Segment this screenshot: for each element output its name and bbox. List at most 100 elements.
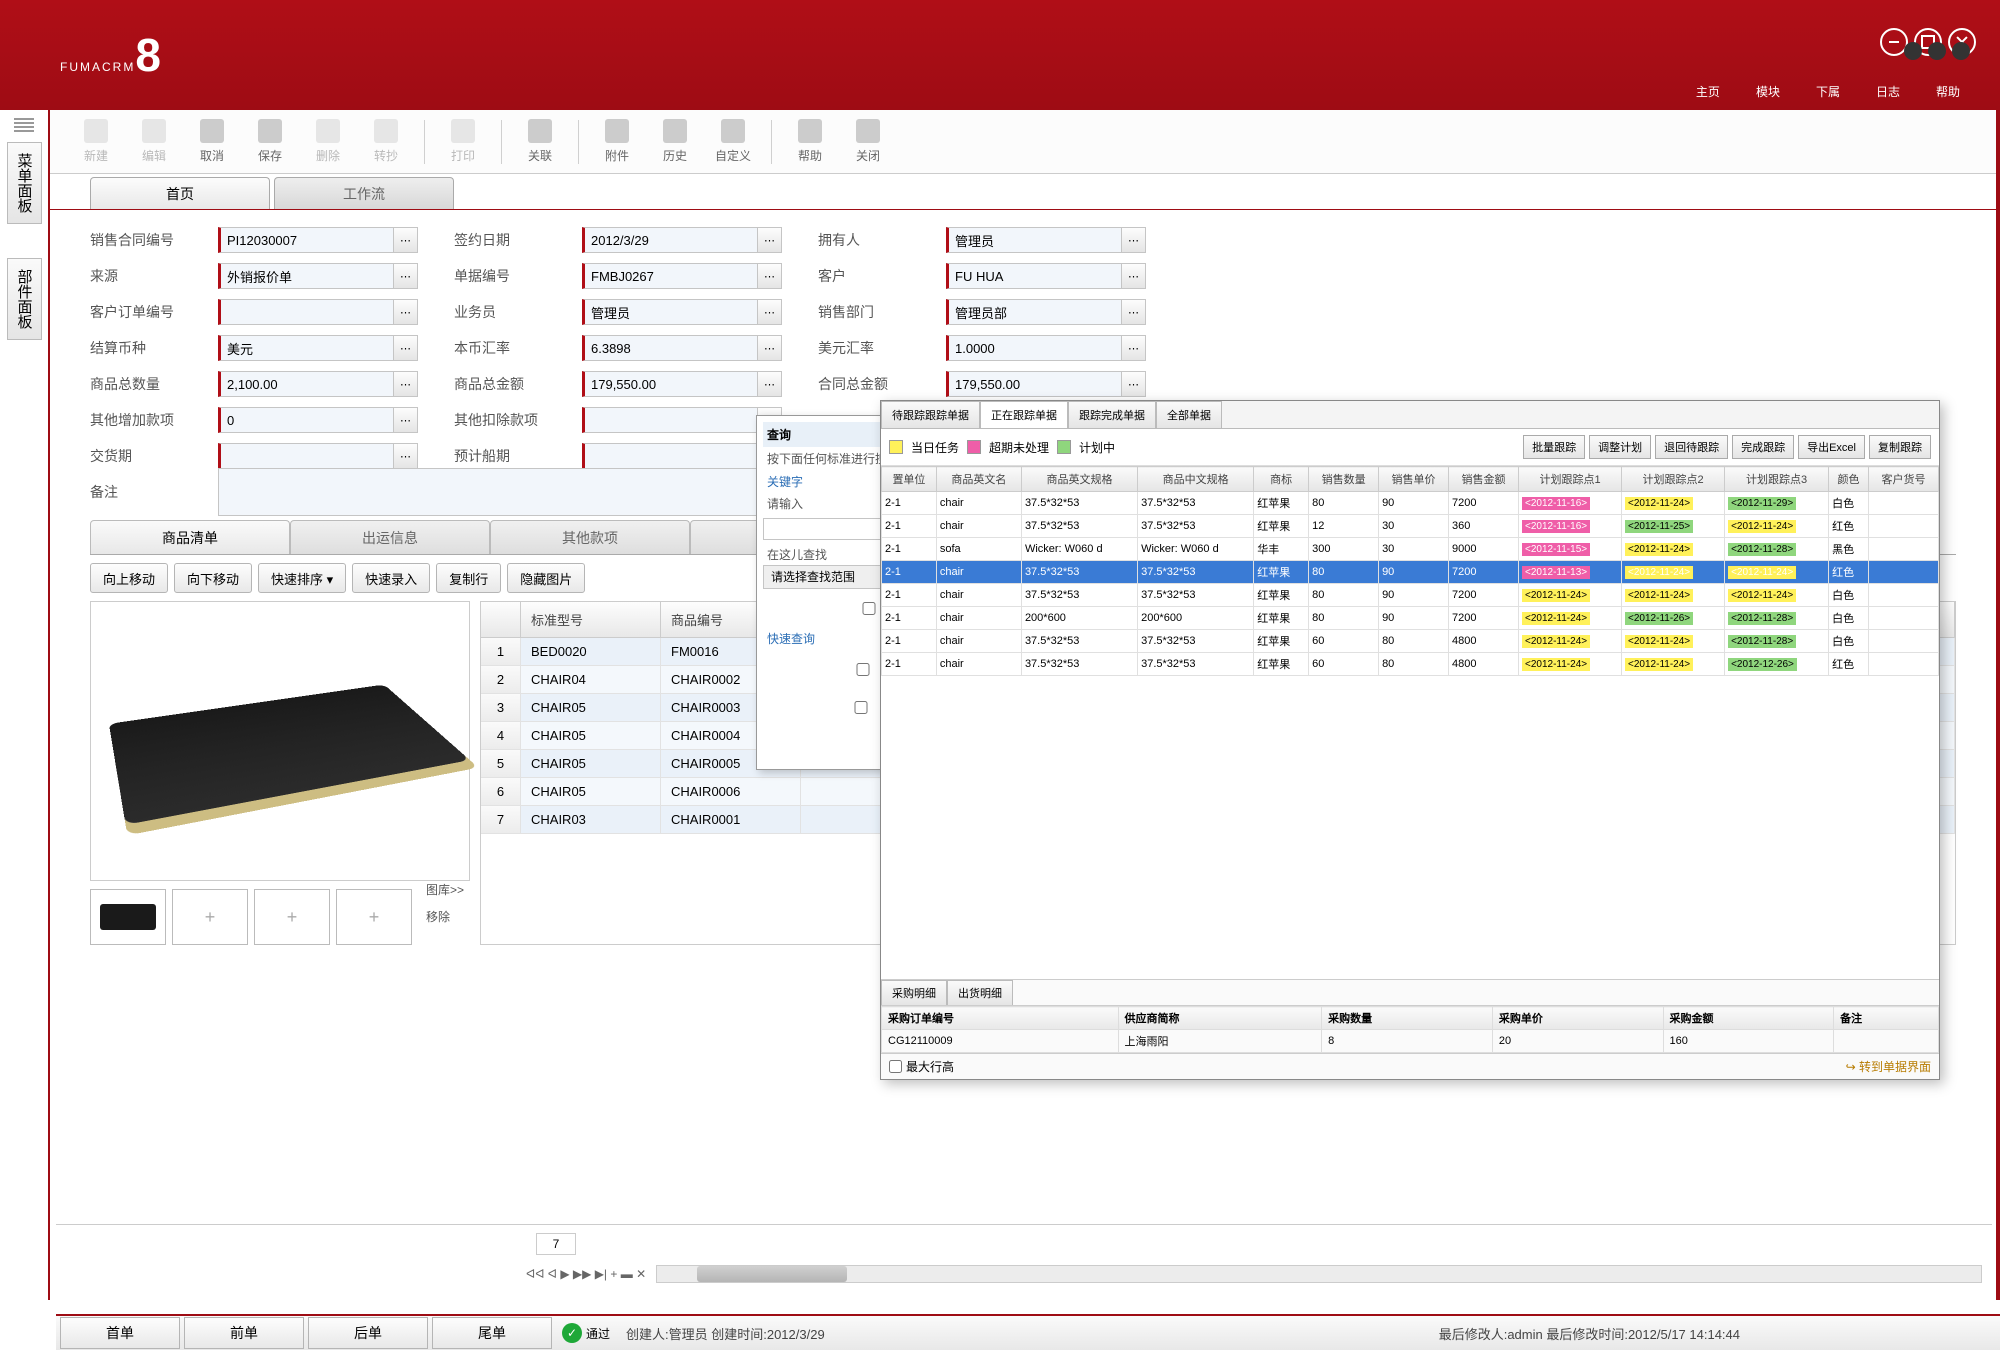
thumbnail-1[interactable] <box>90 889 166 945</box>
field-input[interactable] <box>946 227 1122 253</box>
field-input[interactable] <box>582 443 758 469</box>
tracking-tab-1[interactable]: 正在跟踪单据 <box>980 401 1068 428</box>
field-lookup-button[interactable]: ⋯ <box>758 227 782 253</box>
field-lookup-button[interactable]: ⋯ <box>758 335 782 361</box>
field-lookup-button[interactable]: ⋯ <box>394 263 418 289</box>
field-lookup-button[interactable]: ⋯ <box>1122 227 1146 253</box>
toolbar-保存[interactable]: 保存 <box>242 119 298 164</box>
toolbar-取消[interactable]: 取消 <box>184 119 240 164</box>
field-input[interactable] <box>946 263 1122 289</box>
field-input[interactable] <box>218 407 394 433</box>
field-lookup-button[interactable]: ⋯ <box>1122 299 1146 325</box>
field-lookup-button[interactable]: ⋯ <box>758 263 782 289</box>
tracking-row[interactable]: 2-1chair37.5*32*5337.5*32*53红苹果60804800<… <box>882 630 1939 653</box>
nav-首单[interactable]: 首单 <box>60 1317 180 1349</box>
field-input[interactable] <box>582 407 758 433</box>
tab-workflow[interactable]: 工作流 <box>274 177 454 209</box>
top-menu-0[interactable]: 主页 <box>1696 83 1720 100</box>
tracking-btn[interactable]: 调整计划 <box>1589 435 1651 459</box>
field-input[interactable] <box>582 227 758 253</box>
tracking-header: 计划跟踪点2 <box>1622 467 1725 492</box>
toolbar-附件[interactable]: 附件 <box>589 119 645 164</box>
tracking-btn[interactable]: 完成跟踪 <box>1732 435 1794 459</box>
field-input[interactable] <box>946 371 1122 397</box>
tracking-tab-2[interactable]: 跟踪完成单据 <box>1068 401 1156 428</box>
field-lookup-button[interactable]: ⋯ <box>394 371 418 397</box>
field-input[interactable] <box>218 299 394 325</box>
thumbnail-add-4[interactable]: + <box>336 889 412 945</box>
toolbar-历史[interactable]: 历史 <box>647 119 703 164</box>
top-menu-4[interactable]: 帮助 <box>1936 83 1960 100</box>
tracking-row[interactable]: 2-1chair37.5*32*5337.5*32*53红苹果80907200<… <box>882 492 1939 515</box>
field-lookup-button[interactable]: ⋯ <box>394 227 418 253</box>
tracking-row[interactable]: 2-1chair37.5*32*5337.5*32*53红苹果80907200<… <box>882 561 1939 584</box>
horizontal-scrollbar[interactable] <box>656 1265 1982 1283</box>
field-lookup-button[interactable]: ⋯ <box>758 299 782 325</box>
field-input[interactable] <box>218 227 394 253</box>
row-btn[interactable]: 隐藏图片 <box>507 563 585 593</box>
toolbar-关联[interactable]: 关联 <box>512 119 568 164</box>
tracking-row[interactable]: 2-1chair200*600200*600红苹果80907200<2012-1… <box>882 607 1939 630</box>
field-input[interactable] <box>582 371 758 397</box>
remove-image-link[interactable]: 移除 <box>426 908 464 925</box>
row-btn[interactable]: 向下移动 <box>174 563 252 593</box>
row-btn[interactable]: 向上移动 <box>90 563 168 593</box>
thumbnail-add-2[interactable]: + <box>172 889 248 945</box>
max-row-checkbox[interactable] <box>889 1060 902 1073</box>
tracking-btn[interactable]: 导出Excel <box>1798 435 1865 459</box>
side-tab-widget-panel[interactable]: 部件面板 <box>7 258 42 340</box>
toolbar-帮助[interactable]: 帮助 <box>782 119 838 164</box>
detail-btab-1[interactable]: 出货明细 <box>947 980 1013 1005</box>
field-lookup-button[interactable]: ⋯ <box>394 407 418 433</box>
field-input[interactable] <box>582 263 758 289</box>
detail-btab-0[interactable]: 采购明细 <box>881 980 947 1005</box>
field-lookup-button[interactable]: ⋯ <box>758 371 782 397</box>
field-input[interactable] <box>582 335 758 361</box>
row-btn[interactable]: 快速排序 ▾ <box>258 563 346 593</box>
collapse-grip[interactable] <box>14 118 34 132</box>
tracking-btn[interactable]: 复制跟踪 <box>1869 435 1931 459</box>
thumbnail-add-3[interactable]: + <box>254 889 330 945</box>
pager-controls[interactable]: ᐊᐊ ᐊ ▶ ▶▶ ▶| + ▬ ✕ <box>526 1267 646 1281</box>
field-input[interactable] <box>946 299 1122 325</box>
field-input[interactable] <box>218 335 394 361</box>
side-tabs: 菜单面板 部件面板 <box>0 110 50 1300</box>
top-menu-1[interactable]: 模块 <box>1756 83 1780 100</box>
detail-tab-2[interactable]: 其他款项 <box>490 520 690 554</box>
status-created: 创建人:管理员 创建时间:2012/3/29 <box>626 1324 825 1343</box>
tracking-row[interactable]: 2-1chair37.5*32*5337.5*32*53红苹果80907200<… <box>882 584 1939 607</box>
tracking-tab-3[interactable]: 全部单据 <box>1156 401 1222 428</box>
field-input[interactable] <box>218 263 394 289</box>
tracking-row[interactable]: 2-1chair37.5*32*5337.5*32*53红苹果1230360<2… <box>882 515 1939 538</box>
row-btn[interactable]: 复制行 <box>436 563 501 593</box>
field-lookup-button[interactable]: ⋯ <box>1122 335 1146 361</box>
field-lookup-button[interactable]: ⋯ <box>394 443 418 469</box>
toolbar-自定义[interactable]: 自定义 <box>705 119 761 164</box>
top-menu-3[interactable]: 日志 <box>1876 83 1900 100</box>
nav-尾单[interactable]: 尾单 <box>432 1317 552 1349</box>
field-input[interactable] <box>218 443 394 469</box>
detail-tab-1[interactable]: 出运信息 <box>290 520 490 554</box>
field-input[interactable] <box>582 299 758 325</box>
top-menu-2[interactable]: 下属 <box>1816 83 1840 100</box>
tracking-row[interactable]: 2-1chair37.5*32*5337.5*32*53红苹果60804800<… <box>882 653 1939 676</box>
goto-bill-link[interactable]: ↪ 转到单据界面 <box>1846 1058 1931 1075</box>
field-lookup-button[interactable]: ⋯ <box>394 299 418 325</box>
tracking-row[interactable]: 2-1sofaWicker: W060 dWicker: W060 d华丰300… <box>882 538 1939 561</box>
field-lookup-button[interactable]: ⋯ <box>394 335 418 361</box>
gallery-link[interactable]: 图库>> <box>426 881 464 898</box>
nav-前单[interactable]: 前单 <box>184 1317 304 1349</box>
field-lookup-button[interactable]: ⋯ <box>1122 371 1146 397</box>
toolbar-关闭[interactable]: 关闭 <box>840 119 896 164</box>
tracking-btn[interactable]: 退回待跟踪 <box>1655 435 1728 459</box>
tracking-tab-0[interactable]: 待跟踪跟踪单据 <box>881 401 980 428</box>
nav-后单[interactable]: 后单 <box>308 1317 428 1349</box>
detail-tab-0[interactable]: 商品清单 <box>90 520 290 554</box>
tracking-btn[interactable]: 批量跟踪 <box>1523 435 1585 459</box>
field-lookup-button[interactable]: ⋯ <box>1122 263 1146 289</box>
side-tab-menu-panel[interactable]: 菜单面板 <box>7 142 42 224</box>
tab-home[interactable]: 首页 <box>90 177 270 209</box>
row-btn[interactable]: 快速录入 <box>352 563 430 593</box>
field-input[interactable] <box>946 335 1122 361</box>
field-input[interactable] <box>218 371 394 397</box>
